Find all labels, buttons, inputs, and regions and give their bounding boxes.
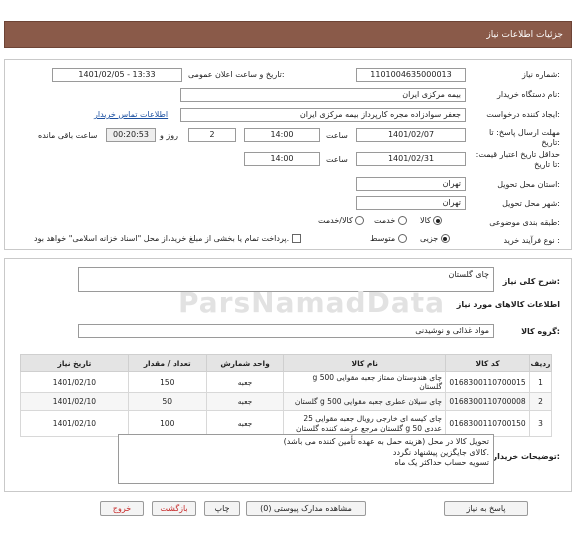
need-number-field: 1101004635000013: [356, 68, 466, 82]
goods-group-label: گروه کالا:: [521, 327, 560, 336]
col-row-header: ردیف: [529, 354, 552, 372]
exit-button[interactable]: خروج: [100, 501, 144, 516]
buyer-note-line: تحویل کالا در محل (هزینه حمل به عهده تأم…: [283, 437, 489, 446]
treasury-payment-label: پرداخت تمام یا بخشی از مبلغ خرید،از محل …: [34, 234, 290, 243]
item-code-cell: 0168300110700150: [445, 410, 531, 437]
buyer-notes-field: تحویل کالا در محل (هزینه حمل به عهده تأم…: [118, 434, 494, 484]
radio-empty-icon[interactable]: [397, 216, 407, 225]
need-date-cell: 1401/02/10: [20, 410, 129, 437]
radio-selected-icon[interactable]: [433, 216, 443, 225]
city-label: شهر محل تحویل:: [502, 199, 560, 208]
view-attachments-button[interactable]: مشاهده مدارک پیوستی (0): [246, 501, 366, 516]
unit-cell: جعبه: [205, 392, 285, 411]
need-date-cell: 1401/02/10: [20, 392, 129, 411]
radio-empty-icon[interactable]: [355, 216, 365, 225]
row-number-cell: 3: [529, 410, 552, 437]
process-minor-label: جزیی: [420, 234, 439, 243]
category-goods-service-label: کالا/خدمت: [318, 216, 353, 225]
row-number-cell: 2: [529, 392, 552, 411]
page-title: جزئیات اطلاعات نیاز: [486, 30, 563, 40]
table-row: 2 0168300110700008 چای سیلان عطری جعبه م…: [20, 392, 552, 411]
buyer-notes-label: توضیحات خریدار:: [492, 452, 560, 461]
remaining-time-field: 00:20:53: [106, 128, 156, 142]
table-row: 3 0168300110700150 چای کیسه ای خارجی روی…: [20, 410, 552, 437]
category-label: طبقه بندی موضوعی:: [489, 218, 560, 227]
goods-table: ردیف کد کالا نام کالا واحد شمارش تعداد /…: [20, 354, 552, 437]
buyer-contact-link[interactable]: اطلاعات تماس خریدار: [94, 110, 168, 119]
category-radio-goods[interactable]: کالا: [420, 216, 443, 225]
announce-date-field: 1401/02/05 - 13:33: [52, 68, 182, 82]
creator-label: ایجاد کننده درخواست:: [486, 110, 560, 119]
category-radio-service[interactable]: خدمت: [374, 216, 407, 225]
need-summary-field: چای گلستان: [78, 267, 494, 292]
province-field: تهران: [356, 177, 466, 191]
goods-info-title: اطلاعات کالاهای مورد نیاز: [456, 300, 560, 309]
checkbox-icon[interactable]: [291, 234, 301, 243]
item-code-cell: 0168300110700015: [445, 371, 531, 393]
remaining-time-label: ساعت باقی مانده: [38, 131, 98, 140]
buyer-note-line: کالای جایگزین پیشنهاد نگردد.: [392, 447, 489, 457]
radio-empty-icon[interactable]: [397, 234, 407, 243]
col-name-header: نام کالا: [283, 354, 447, 372]
col-unit-header: واحد شمارش: [205, 354, 285, 372]
category-radio-goods-service[interactable]: کالا/خدمت: [318, 216, 365, 225]
need-summary-label: شرح کلی نیاز:: [502, 277, 560, 286]
process-medium-label: متوسط: [370, 234, 396, 243]
table-row: 1 0168300110700015 چای هندوستان ممتاز جع…: [20, 371, 552, 393]
buyer-org-field: بیمه مرکزی ایران: [180, 88, 466, 102]
treasury-payment-option[interactable]: پرداخت تمام یا بخشی از مبلغ خرید،از محل …: [34, 234, 301, 243]
validity-time-label: ساعت: [326, 155, 348, 164]
days-label: روز و: [160, 131, 178, 140]
print-button[interactable]: چاپ: [204, 501, 240, 516]
process-radio-minor[interactable]: جزیی: [420, 234, 450, 243]
radio-selected-icon[interactable]: [440, 234, 450, 243]
validity-label: حداقل تاریخ اعتبار قیمت: تا تاریخ:: [475, 150, 560, 169]
province-label: استان محل تحویل:: [497, 180, 560, 189]
item-code-cell: 0168300110700008: [445, 392, 531, 411]
city-field: تهران: [356, 196, 466, 210]
deadline-time-label: ساعت: [326, 131, 348, 140]
quantity-cell: 50: [127, 392, 207, 411]
creator-field: جعفر سوادزاده مجره کارپرداز بیمه مرکزی ا…: [180, 108, 466, 122]
back-button[interactable]: بازگشت: [152, 501, 196, 516]
page-title-bar: جزئیات اطلاعات نیاز: [4, 21, 572, 48]
item-name-cell: چای سیلان عطری جعبه مقوایی 500 g گلستان: [283, 392, 447, 411]
table-header-row: ردیف کد کالا نام کالا واحد شمارش تعداد /…: [20, 354, 552, 372]
days-remaining-field: 2: [188, 128, 236, 142]
item-name-cell: چای کیسه ای خارجی رویال جعبه مقوایی 25 ع…: [283, 410, 447, 437]
reply-button[interactable]: پاسخ به نیاز: [444, 501, 528, 516]
deadline-time-field: 14:00: [244, 128, 320, 142]
deadline-label: مهلت ارسال پاسخ: تا تاریخ:: [488, 128, 560, 147]
process-radio-medium[interactable]: متوسط: [370, 234, 407, 243]
process-type-label: نوع فرآیند خرید :: [503, 236, 560, 245]
row-number-cell: 1: [529, 371, 552, 393]
need-number-label: شماره نیاز:: [521, 70, 560, 79]
buyer-note-line: تسویه حساب حداکثر یک ماه: [394, 458, 489, 467]
col-qty-header: تعداد / مقدار: [127, 354, 207, 372]
validity-time-field: 14:00: [244, 152, 320, 166]
validity-date-field: 1401/02/31: [356, 152, 466, 166]
quantity-cell: 100: [127, 410, 207, 437]
unit-cell: جعبه: [205, 371, 285, 393]
col-code-header: کد کالا: [445, 354, 531, 372]
announce-date-label: تاریخ و ساعت اعلان عمومی:: [188, 70, 285, 79]
item-name-cell: چای هندوستان ممتاز جعبه مقوایی 500 g گلس…: [283, 371, 447, 393]
unit-cell: جعبه: [205, 410, 285, 437]
need-date-cell: 1401/02/10: [20, 371, 129, 393]
category-goods-label: کالا: [420, 216, 431, 225]
quantity-cell: 150: [127, 371, 207, 393]
col-date-header: تاریخ نیاز: [20, 354, 129, 372]
buyer-org-label: نام دستگاه خریدار:: [496, 90, 560, 99]
goods-group-field: مواد غذائی و نوشیدنی: [78, 324, 494, 338]
deadline-date-field: 1401/02/07: [356, 128, 466, 142]
category-service-label: خدمت: [374, 216, 396, 225]
